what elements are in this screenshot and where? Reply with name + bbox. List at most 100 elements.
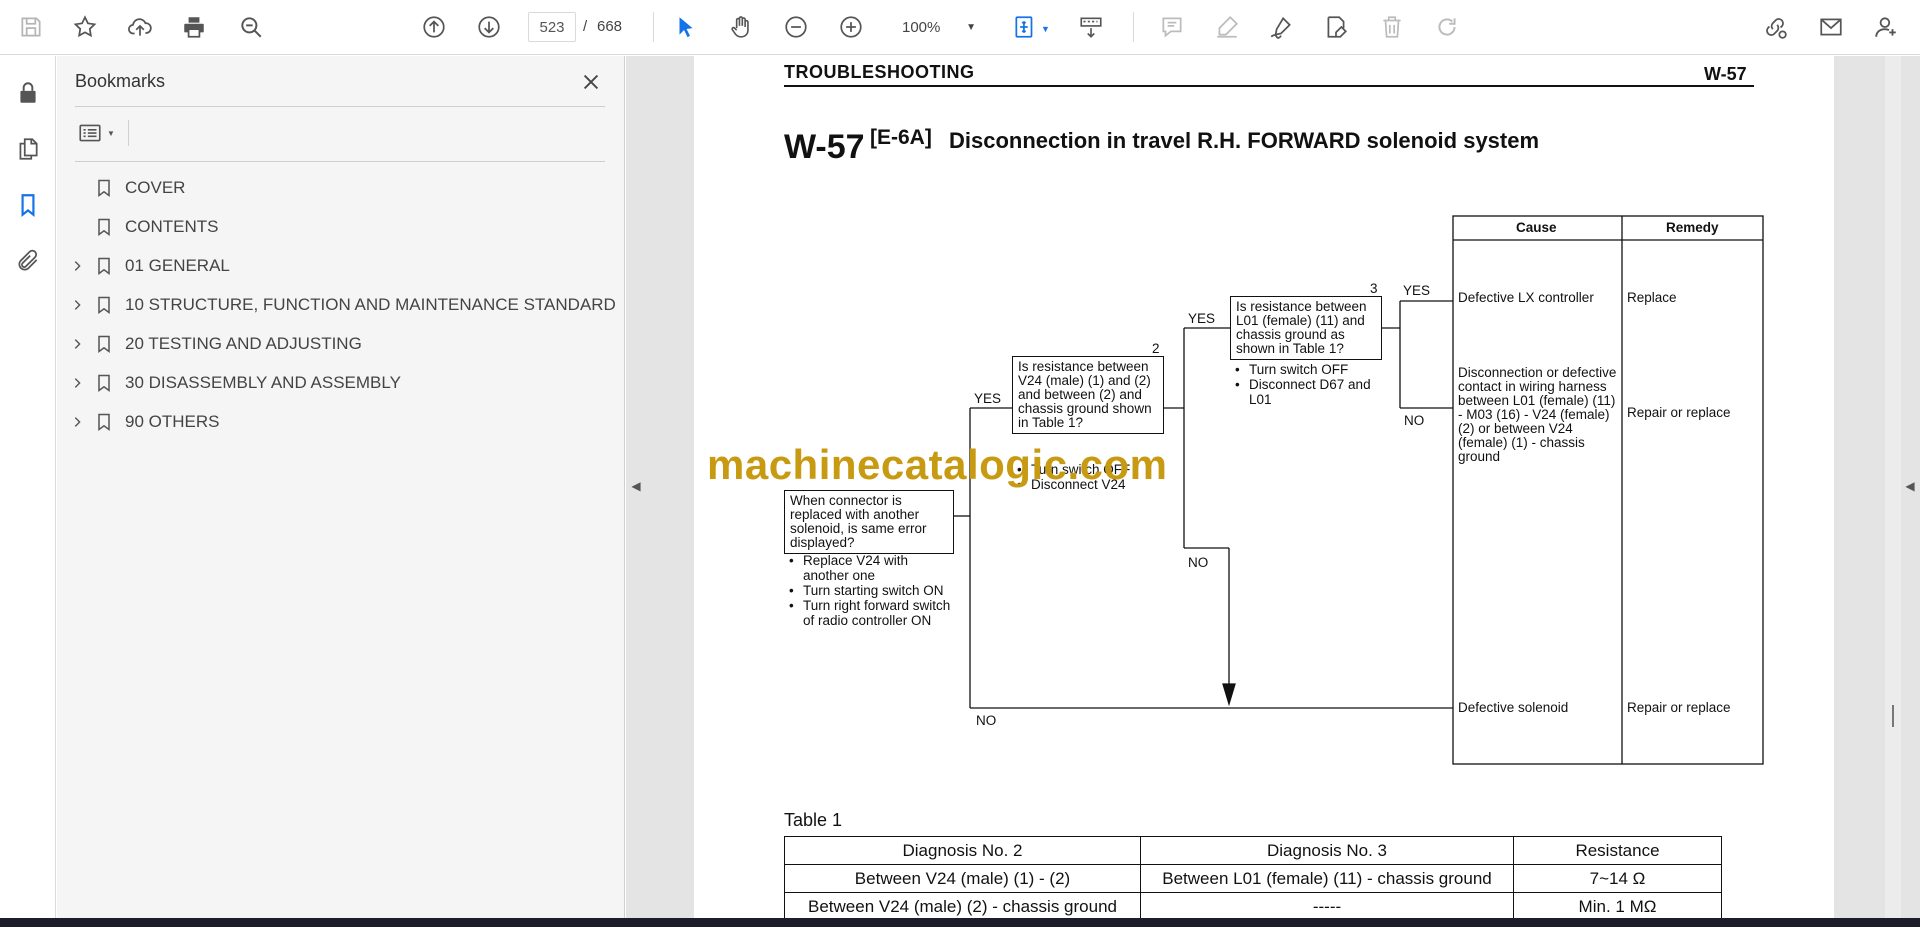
bookmarks-panel-icon[interactable] [11,188,45,222]
page-number-input[interactable] [528,12,576,42]
no-label: NO [1404,413,1425,428]
chevron-right-icon[interactable] [69,414,85,430]
zoom-value: 100% [902,18,941,36]
step-item: Turn switch OFF [1232,362,1382,377]
table-cell: ----- [1140,892,1514,918]
table-header: Diagnosis No. 3 [1140,836,1514,865]
divider [75,106,605,107]
account-icon[interactable] [1869,10,1903,44]
question-box-3: Is resistance between L01 (female) (11) … [1230,296,1382,360]
yes-label: YES [974,391,1002,406]
highlight-icon[interactable] [1210,10,1244,44]
document-viewer[interactable]: ◀ TROUBLESHOOTING W-57 W-57 [E-6A] Disco… [626,56,1920,918]
bookmark-item-testing[interactable]: 20 TESTING AND ADJUSTING [57,324,625,363]
vertical-scrollbar[interactable] [1885,56,1901,918]
question-box-2: Is resistance between V24 (male) (1) and… [1012,356,1164,434]
bookmark-label: 10 STRUCTURE, FUNCTION AND MAINTENANCE S… [125,294,616,314]
bookmark-label: 90 OTHERS [125,411,220,431]
bookmark-icon [93,216,115,238]
bookmark-item-disassembly[interactable]: 30 DISASSEMBLY AND ASSEMBLY [57,363,625,402]
cause-text: Disconnection or defective contact in wi… [1458,365,1617,464]
hand-tool-icon[interactable] [724,10,758,44]
table-cell: Between L01 (female) (11) - chassis grou… [1140,864,1514,893]
sign-icon[interactable] [1264,10,1298,44]
step-item: Replace V24 with another one [786,553,956,583]
chevron-down-icon[interactable]: ▼ [1041,24,1050,34]
bookmark-item-others[interactable]: 90 OTHERS [57,402,625,441]
divider [75,161,605,162]
bookmark-list: COVER CONTENTS 01 GENERAL 10 STRUCTURE, … [57,168,625,441]
table-cell: Between V24 (male) (2) - chassis ground [784,892,1141,918]
remedy-text: Replace [1627,290,1677,305]
bookmark-item-cover[interactable]: COVER [57,168,625,207]
comment-icon[interactable] [1155,10,1189,44]
cause-header: Cause [1516,220,1557,235]
table-header: Diagnosis No. 2 [784,836,1141,865]
question-box-1: When connector is replaced with another … [784,490,954,554]
scroll-thumb[interactable] [1886,704,1900,728]
chevron-down-icon: ▼ [107,128,115,138]
lock-icon[interactable] [11,76,45,110]
document-page: TROUBLESHOOTING W-57 W-57 [E-6A] Disconn… [694,56,1834,918]
bookmark-item-contents[interactable]: CONTENTS [57,207,625,246]
redo-icon[interactable] [1430,10,1464,44]
cause-text: Defective LX controller [1458,290,1594,305]
resistance-table: Diagnosis No. 2 Diagnosis No. 3 Resistan… [784,836,1722,918]
page-up-icon[interactable] [417,10,451,44]
email-icon[interactable] [1814,10,1848,44]
bookmark-item-general[interactable]: 01 GENERAL [57,246,625,285]
bookmark-options-button[interactable]: ▼ [75,116,125,150]
remedy-header: Remedy [1666,220,1719,235]
close-icon[interactable] [577,68,605,96]
attachment-icon[interactable] [11,244,45,278]
table-header: Resistance [1513,836,1722,865]
chevron-down-icon: ▼ [966,21,976,33]
chevron-right-icon[interactable] [69,336,85,352]
zoom-out-icon[interactable] [779,10,813,44]
chevron-right-icon[interactable] [69,297,85,313]
zoom-in-icon[interactable] [834,10,868,44]
edit-form-icon[interactable] [1319,10,1353,44]
bookmark-icon [93,411,115,433]
yes-label: YES [1403,283,1431,298]
toolbar-separator [1133,12,1134,42]
table-cell: Between V24 (male) (1) - (2) [784,864,1141,893]
share-link-icon[interactable] [1758,10,1792,44]
save-icon[interactable] [14,10,48,44]
question-number: 2 [1152,341,1160,356]
collapse-left-panel-icon[interactable]: ◀ [630,476,642,496]
toolbar-separator [653,12,654,42]
bookmark-label: 20 TESTING AND ADJUSTING [125,333,362,353]
bookmark-icon [93,372,115,394]
bookmark-icon [93,255,115,277]
bookmark-star-icon[interactable] [68,10,102,44]
navigation-rail [0,56,56,918]
collapse-right-panel-icon[interactable]: ◀ [1904,476,1916,496]
list-options-icon [79,124,101,142]
zoom-select[interactable]: 100% ▼ [884,12,984,42]
bookmarks-title: Bookmarks [75,71,166,91]
scroll-mode-icon[interactable] [1074,10,1108,44]
select-cursor-icon[interactable] [669,10,703,44]
no-label: NO [1188,555,1209,570]
chevron-right-icon[interactable] [69,375,85,391]
bookmark-item-structure[interactable]: 10 STRUCTURE, FUNCTION AND MAINTENANCE S… [57,285,625,324]
zoom-search-icon[interactable] [234,10,268,44]
delete-icon[interactable] [1375,10,1409,44]
pages-thumbnail-icon[interactable] [11,132,45,166]
bookmark-icon [93,177,115,199]
table-row: Between V24 (male) (2) - chassis ground … [784,892,1722,918]
step-item: Disconnect D67 and L01 [1232,377,1382,407]
toolbar: / 668 100% ▼ ▼ [0,0,1920,55]
fit-page-icon[interactable] [1008,10,1042,44]
print-icon[interactable] [177,10,211,44]
divider [128,120,129,146]
step-item: Turn right forward switch of radio contr… [786,598,956,628]
page-down-icon[interactable] [472,10,506,44]
q3-steps: Turn switch OFF Disconnect D67 and L01 [1232,362,1382,407]
bookmark-icon [93,294,115,316]
taskbar [0,918,1920,927]
table-cell: Min. 1 MΩ [1513,892,1722,918]
chevron-right-icon[interactable] [69,258,85,274]
upload-icon[interactable] [123,10,157,44]
